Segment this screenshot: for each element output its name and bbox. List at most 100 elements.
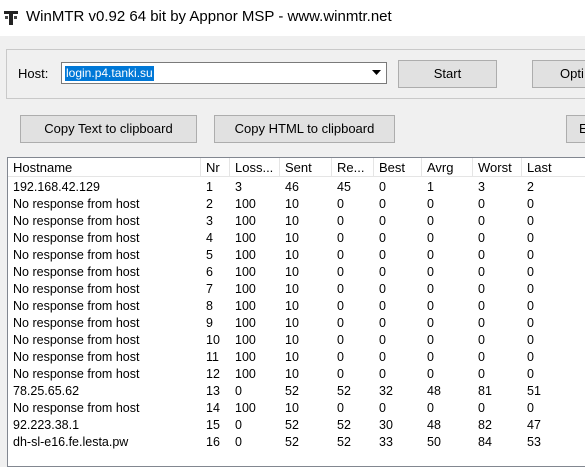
table-row[interactable]: No response from host 2 100 10 0 0 0 0 0 bbox=[8, 196, 585, 213]
table-cell: 30 bbox=[379, 418, 393, 432]
table-cell: 0 bbox=[478, 299, 485, 313]
options-button[interactable]: Opti bbox=[532, 60, 585, 88]
table-cell: No response from host bbox=[13, 248, 140, 262]
column-header[interactable]: Sent bbox=[280, 158, 332, 177]
table-cell: 14 bbox=[206, 401, 220, 415]
table-cell: 12 bbox=[206, 367, 220, 381]
table-header: Hostname Nr Loss... Sent Re... Best Avrg Worst L… bbox=[8, 158, 585, 178]
column-header[interactable]: Best bbox=[374, 158, 422, 177]
table-cell: 0 bbox=[478, 401, 485, 415]
table-cell: No response from host bbox=[13, 401, 140, 415]
table-cell: 0 bbox=[478, 248, 485, 262]
table-cell: 46 bbox=[285, 180, 299, 194]
table-cell: 0 bbox=[527, 299, 534, 313]
table-cell: 0 bbox=[379, 282, 386, 296]
table-cell: 0 bbox=[379, 299, 386, 313]
table-cell: 0 bbox=[337, 248, 344, 262]
table-cell: 0 bbox=[478, 265, 485, 279]
table-cell: 15 bbox=[206, 418, 220, 432]
table-cell: 0 bbox=[337, 333, 344, 347]
results-table[interactable]: Hostname Nr Loss... Sent Re... Best Avrg Worst L… bbox=[7, 157, 585, 467]
table-row[interactable]: No response from host 7 100 10 0 0 0 0 0 bbox=[8, 281, 585, 298]
column-header[interactable]: Nr bbox=[201, 158, 230, 177]
table-row[interactable]: No response from host 4 100 10 0 0 0 0 0 bbox=[8, 230, 585, 247]
table-cell: 84 bbox=[478, 435, 492, 449]
column-header[interactable]: Loss... bbox=[230, 158, 280, 177]
table-cell: 92.223.38.1 bbox=[13, 418, 80, 432]
table-row[interactable]: 78.25.65.62 13 0 52 52 32 48 81 51 bbox=[8, 383, 585, 400]
table-row[interactable]: No response from host 10 100 10 0 0 0 0 0 bbox=[8, 332, 585, 349]
table-row[interactable]: No response from host 5 100 10 0 0 0 0 0 bbox=[8, 247, 585, 264]
table-cell: 100 bbox=[235, 231, 256, 245]
table-cell: 100 bbox=[235, 214, 256, 228]
table-cell: 0 bbox=[478, 367, 485, 381]
table-row[interactable]: No response from host 8 100 10 0 0 0 0 0 bbox=[8, 298, 585, 315]
column-header[interactable]: Worst bbox=[473, 158, 522, 177]
table-cell: 10 bbox=[285, 248, 299, 262]
table-cell: No response from host bbox=[13, 214, 140, 228]
table-cell: 100 bbox=[235, 265, 256, 279]
start-button[interactable]: Start bbox=[398, 60, 497, 88]
table-cell: 0 bbox=[337, 316, 344, 330]
table-cell: 0 bbox=[527, 214, 534, 228]
table-row[interactable]: No response from host 9 100 10 0 0 0 0 0 bbox=[8, 315, 585, 332]
table-cell: 0 bbox=[527, 350, 534, 364]
table-row[interactable]: No response from host 14 100 10 0 0 0 0 0 bbox=[8, 400, 585, 417]
table-cell: 0 bbox=[379, 248, 386, 262]
table-cell: 100 bbox=[235, 401, 256, 415]
table-cell: 52 bbox=[337, 418, 351, 432]
table-cell: 0 bbox=[235, 384, 242, 398]
table-cell: 0 bbox=[527, 231, 534, 245]
table-cell: 10 bbox=[285, 316, 299, 330]
table-cell: 0 bbox=[337, 214, 344, 228]
table-cell: 7 bbox=[206, 282, 213, 296]
copy-html-button[interactable]: Copy HTML to clipboard bbox=[214, 115, 395, 143]
table-cell: 16 bbox=[206, 435, 220, 449]
table-cell: 0 bbox=[427, 401, 434, 415]
table-cell: 100 bbox=[235, 282, 256, 296]
host-dropdown-button[interactable] bbox=[367, 64, 385, 82]
column-header[interactable]: Re... bbox=[332, 158, 374, 177]
export-button[interactable]: E bbox=[566, 115, 585, 143]
table-cell: 10 bbox=[285, 197, 299, 211]
table-cell: 32 bbox=[379, 384, 393, 398]
column-header[interactable]: Last bbox=[522, 158, 585, 177]
table-cell: 10 bbox=[285, 367, 299, 381]
table-cell: 45 bbox=[337, 180, 351, 194]
table-cell: 52 bbox=[285, 384, 299, 398]
table-cell: 78.25.65.62 bbox=[13, 384, 80, 398]
copy-text-button[interactable]: Copy Text to clipboard bbox=[20, 115, 197, 143]
table-cell: 0 bbox=[527, 197, 534, 211]
table-cell: No response from host bbox=[13, 333, 140, 347]
table-cell: 0 bbox=[337, 265, 344, 279]
table-row[interactable]: dh-sl-e16.fe.lesta.pw 16 0 52 52 33 50 84 53 bbox=[8, 434, 585, 451]
host-input[interactable]: login.p4.tanki.su bbox=[65, 66, 154, 81]
table-row[interactable]: 92.223.38.1 15 0 52 52 30 48 82 47 bbox=[8, 417, 585, 434]
winmtr-app-icon[interactable] bbox=[2, 9, 20, 27]
table-cell: 0 bbox=[427, 367, 434, 381]
table-cell: 0 bbox=[427, 231, 434, 245]
table-row[interactable]: No response from host 3 100 10 0 0 0 0 0 bbox=[8, 213, 585, 230]
table-cell: No response from host bbox=[13, 265, 140, 279]
table-cell: 1 bbox=[427, 180, 434, 194]
table-cell: 0 bbox=[337, 282, 344, 296]
table-row[interactable]: 192.168.42.129 1 3 46 45 0 1 3 2 bbox=[8, 179, 585, 196]
table-cell: dh-sl-e16.fe.lesta.pw bbox=[13, 435, 129, 449]
column-header[interactable]: Hostname bbox=[8, 158, 201, 177]
table-cell: No response from host bbox=[13, 197, 140, 211]
table-row[interactable]: No response from host 12 100 10 0 0 0 0 0 bbox=[8, 366, 585, 383]
table-cell: 0 bbox=[379, 316, 386, 330]
window-title: WinMTR v0.92 64 bit by Appnor MSP - www.… bbox=[26, 8, 392, 25]
table-cell: 0 bbox=[478, 350, 485, 364]
table-cell: 10 bbox=[285, 282, 299, 296]
table-cell: 0 bbox=[379, 401, 386, 415]
host-combobox[interactable]: login.p4.tanki.su bbox=[61, 62, 387, 84]
table-cell: 0 bbox=[427, 333, 434, 347]
table-cell: 0 bbox=[527, 401, 534, 415]
table-cell: 0 bbox=[379, 333, 386, 347]
table-row[interactable]: No response from host 11 100 10 0 0 0 0 0 bbox=[8, 349, 585, 366]
table-row[interactable]: No response from host 6 100 10 0 0 0 0 0 bbox=[8, 264, 585, 281]
table-cell: 0 bbox=[527, 282, 534, 296]
column-header[interactable]: Avrg bbox=[422, 158, 473, 177]
table-cell: 2 bbox=[206, 197, 213, 211]
